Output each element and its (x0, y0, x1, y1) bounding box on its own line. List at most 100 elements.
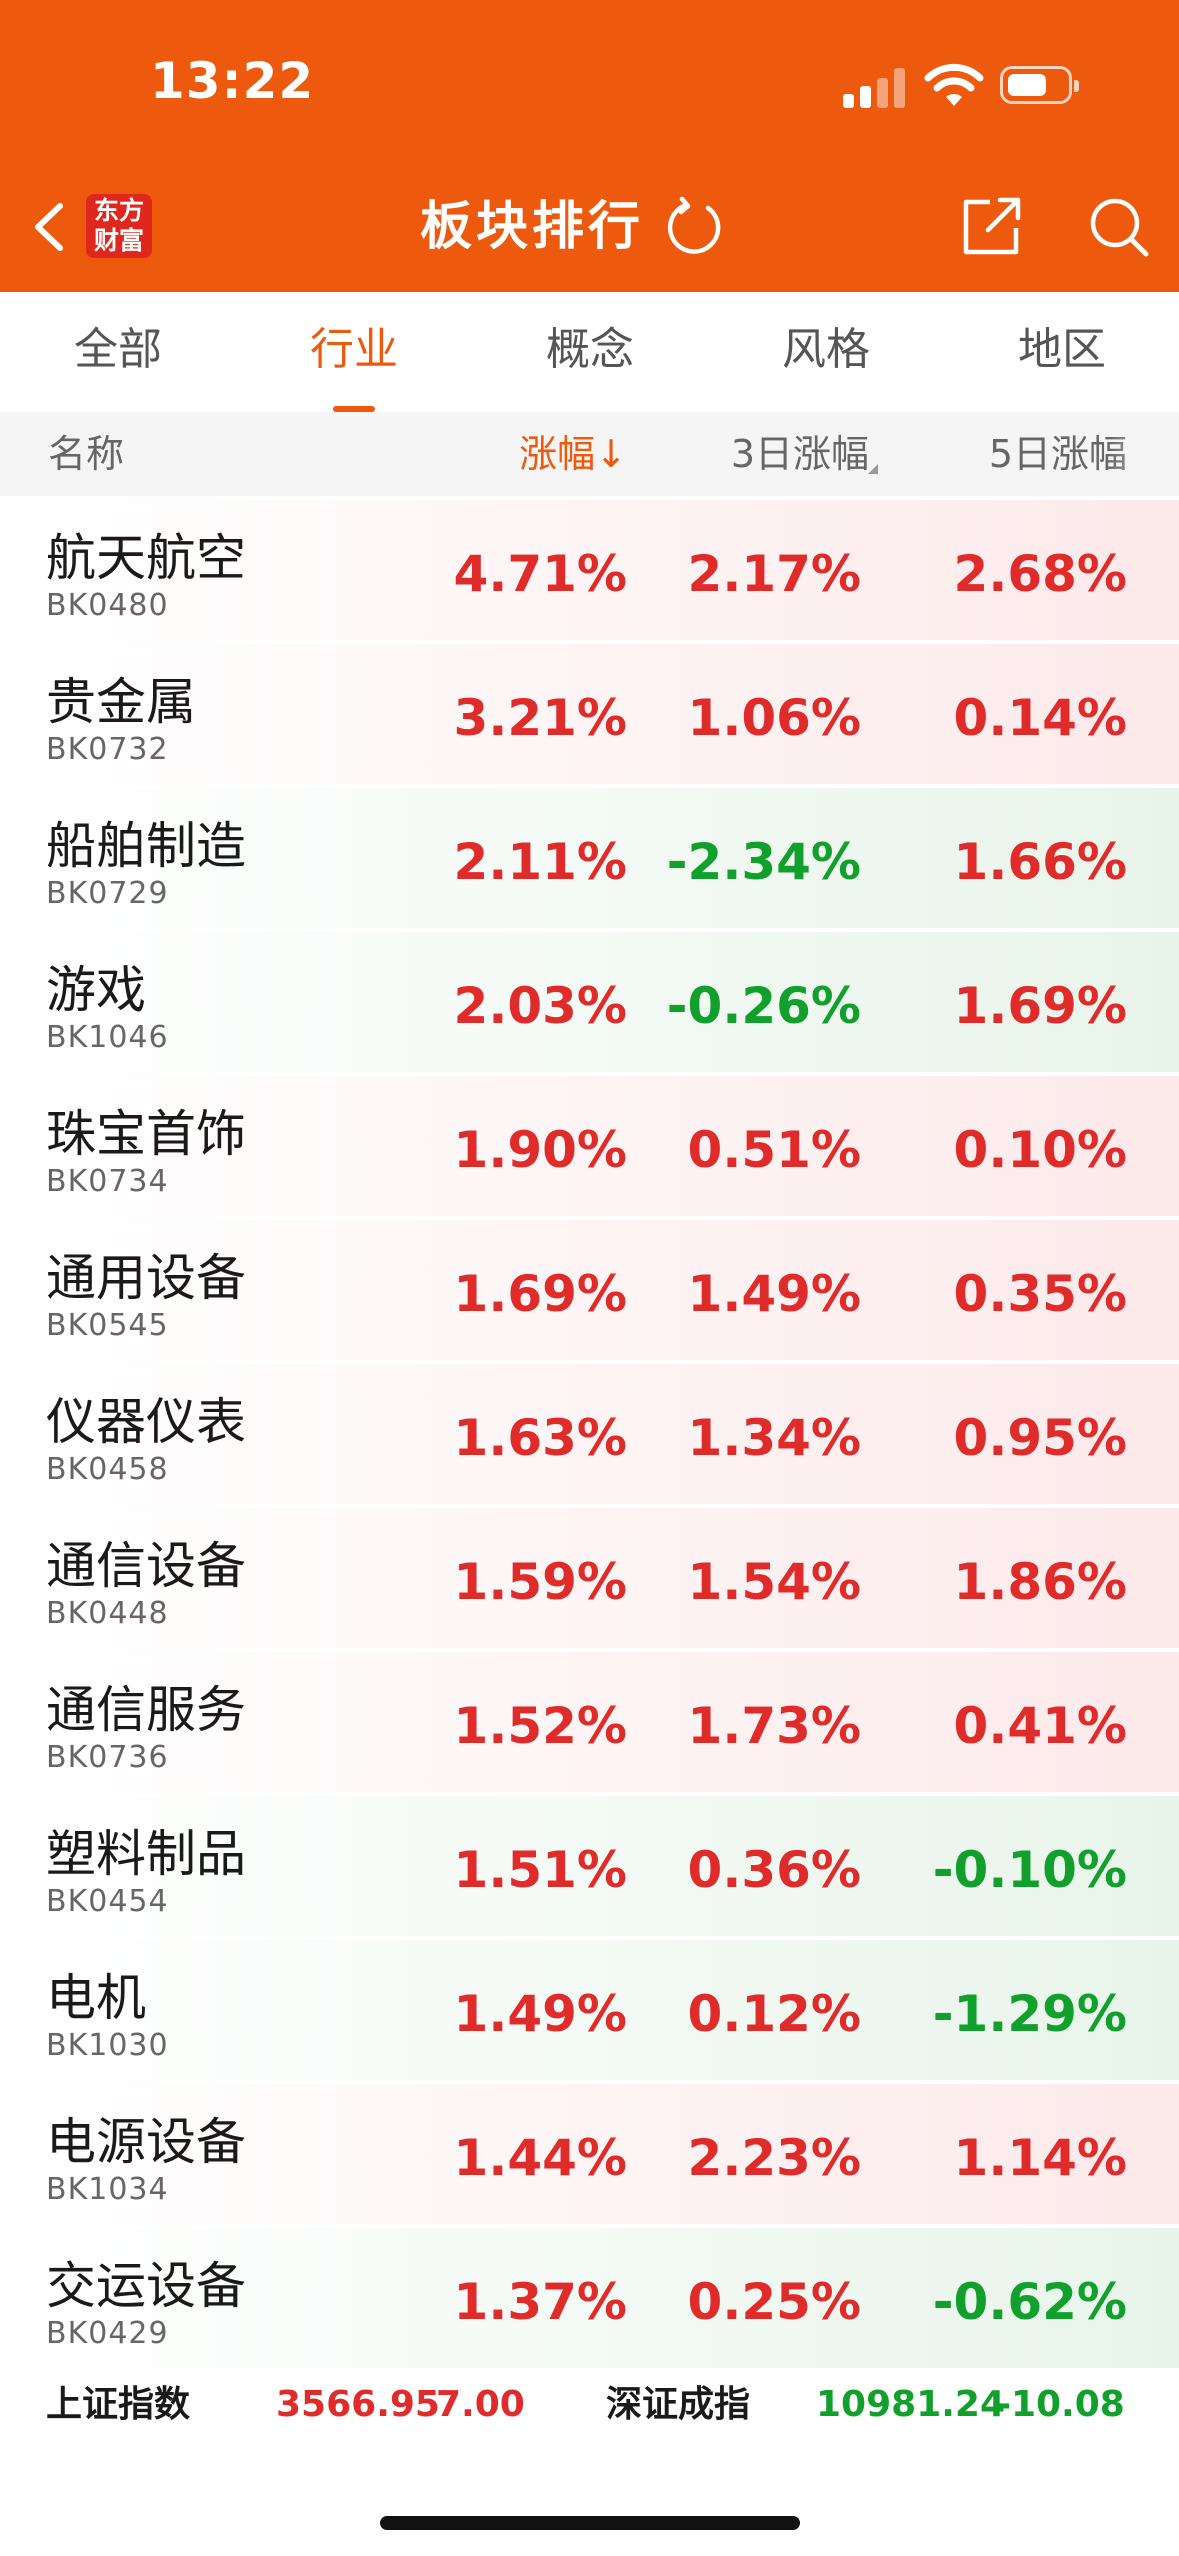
sector-code: BK1034 (46, 2172, 169, 2207)
home-indicator (380, 2516, 800, 2530)
change-3d-value: 1.73% (687, 1697, 861, 1755)
tab-industry[interactable]: 行业 (274, 322, 434, 378)
change-3d-value: 1.34% (687, 1409, 861, 1467)
change-5d-value: 1.14% (953, 2129, 1127, 2187)
sector-code: BK0736 (46, 1740, 169, 1775)
sector-row[interactable]: 通信设备 BK0448 1.59% 1.54% 1.86% (30, 1508, 1179, 1648)
change-3d-value: 2.17% (687, 545, 861, 603)
sector-row[interactable]: 航天航空 BK0480 4.71% 2.17% 2.68% (30, 500, 1179, 640)
category-tabs: 全部 行业 概念 风格 地区 (0, 292, 1179, 412)
change-value: 1.51% (453, 1841, 627, 1899)
sector-name: 贵金属 (46, 673, 196, 731)
sz-index-value: 10981.24 (816, 2384, 1006, 2425)
change-5d-value: 1.86% (953, 1553, 1127, 1611)
sector-row[interactable]: 通信服务 BK0736 1.52% 1.73% 0.41% (30, 1652, 1179, 1792)
change-3d-value: 2.23% (687, 2129, 861, 2187)
change-value: 4.71% (453, 545, 627, 603)
column-change-5d[interactable]: 5日涨幅 (989, 430, 1127, 478)
battery-icon (1000, 66, 1079, 104)
change-3d-value: -0.26% (666, 977, 861, 1035)
sector-code: BK0454 (46, 1884, 169, 1919)
sector-name: 航天航空 (46, 529, 246, 587)
scroll-fade (1109, 412, 1179, 496)
sector-code: BK0429 (46, 2316, 169, 2351)
change-5d-value: 2.68% (953, 545, 1127, 603)
sector-code: BK0480 (46, 588, 169, 623)
sector-row[interactable]: 珠宝首饰 BK0734 1.90% 0.51% 0.10% (30, 1076, 1179, 1216)
column-change-3d[interactable]: 3日涨幅 (731, 430, 869, 478)
change-5d-value: 0.95% (953, 1409, 1127, 1467)
change-5d-value: 1.66% (953, 833, 1127, 891)
sector-code: BK0458 (46, 1452, 169, 1487)
sector-name: 通用设备 (46, 1249, 246, 1307)
sector-name: 通信服务 (46, 1681, 246, 1739)
change-value: 1.52% (453, 1697, 627, 1755)
change-5d-value: -0.10% (932, 1841, 1127, 1899)
sector-row[interactable]: 仪器仪表 BK0458 1.63% 1.34% 0.95% (30, 1364, 1179, 1504)
sh-index-label: 上证指数 (46, 2384, 191, 2425)
change-3d-value: 0.12% (687, 1985, 861, 2043)
page-title: 板块排行 (420, 197, 645, 257)
change-value: 1.69% (453, 1265, 627, 1323)
change-value: 3.21% (453, 689, 627, 747)
app-header: 13:22 东方 财富 板块排行 (0, 0, 1179, 292)
change-5d-value: 0.35% (953, 1265, 1127, 1323)
sector-row[interactable]: 电源设备 BK1034 1.44% 2.23% 1.14% (30, 2084, 1179, 2224)
change-5d-value: 0.10% (953, 1121, 1127, 1179)
sector-name: 交运设备 (46, 2257, 246, 2315)
sh-index-change: 7.00 (436, 2384, 525, 2425)
change-value: 1.49% (453, 1985, 627, 2043)
cellular-signal-icon (843, 68, 907, 108)
refresh-icon[interactable] (662, 196, 726, 260)
change-3d-value: -2.34% (666, 833, 861, 891)
change-3d-value: 0.25% (687, 2273, 861, 2331)
share-icon[interactable] (960, 194, 1024, 258)
sector-name: 游戏 (46, 961, 146, 1019)
sector-row[interactable]: 游戏 BK1046 2.03% -0.26% 1.69% (30, 932, 1179, 1072)
change-value: 1.59% (453, 1553, 627, 1611)
wifi-icon (924, 63, 984, 106)
sector-code: BK1030 (46, 2028, 169, 2063)
change-3d-value: 1.49% (687, 1265, 861, 1323)
sector-row[interactable]: 塑料制品 BK0454 1.51% 0.36% -0.10% (30, 1796, 1179, 1936)
column-change-sort[interactable]: 涨幅↓ (519, 430, 627, 478)
change-value: 1.90% (453, 1121, 627, 1179)
sector-row[interactable]: 贵金属 BK0732 3.21% 1.06% 0.14% (30, 644, 1179, 784)
change-3d-value: 0.36% (687, 1841, 861, 1899)
back-arrow-icon[interactable] (22, 194, 78, 260)
sector-code: BK0545 (46, 1308, 169, 1343)
sector-name: 船舶制造 (46, 817, 246, 875)
change-value: 1.37% (453, 2273, 627, 2331)
change-3d-value: 0.51% (687, 1121, 861, 1179)
sort-indicator-icon (868, 464, 878, 474)
change-value: 1.63% (453, 1409, 627, 1467)
column-name: 名称 (48, 432, 125, 476)
tab-concept[interactable]: 概念 (510, 322, 670, 378)
sector-row[interactable]: 船舶制造 BK0729 2.11% -2.34% 1.66% (30, 788, 1179, 928)
sector-name: 电机 (46, 1969, 146, 2027)
tab-region[interactable]: 地区 (982, 322, 1142, 378)
search-icon[interactable] (1088, 196, 1150, 258)
sector-code: BK0734 (46, 1164, 169, 1199)
change-3d-value: 1.06% (687, 689, 861, 747)
sector-name: 电源设备 (46, 2113, 246, 2171)
tab-all[interactable]: 全部 (38, 322, 198, 378)
logo-text-line1: 东方 (93, 196, 144, 225)
tab-style[interactable]: 风格 (746, 322, 906, 378)
sector-row[interactable]: 交运设备 BK0429 1.37% 0.25% -0.62% (30, 2228, 1179, 2368)
logo-text-line2: 财富 (93, 226, 144, 255)
change-5d-value: 1.69% (953, 977, 1127, 1035)
sh-index-value: 3566.95 (276, 2384, 440, 2425)
sector-code: BK1046 (46, 1020, 169, 1055)
sector-name: 仪器仪表 (46, 1393, 246, 1451)
sz-index-label: 深证成指 (606, 2384, 751, 2425)
sector-name: 通信设备 (46, 1537, 246, 1595)
sector-row[interactable]: 电机 BK1030 1.49% 0.12% -1.29% (30, 1940, 1179, 2080)
sector-name: 珠宝首饰 (46, 1105, 246, 1163)
sector-code: BK0448 (46, 1596, 169, 1631)
index-ticker-bar[interactable]: 上证指数 3566.95 7.00 深证成指 10981.24 -10.08 (0, 2370, 1179, 2440)
change-value: 2.03% (453, 977, 627, 1035)
brand-logo[interactable]: 东方 财富 (86, 194, 152, 258)
sector-row[interactable]: 通用设备 BK0545 1.69% 1.49% 0.35% (30, 1220, 1179, 1360)
change-5d-value: -1.29% (932, 1985, 1127, 2043)
